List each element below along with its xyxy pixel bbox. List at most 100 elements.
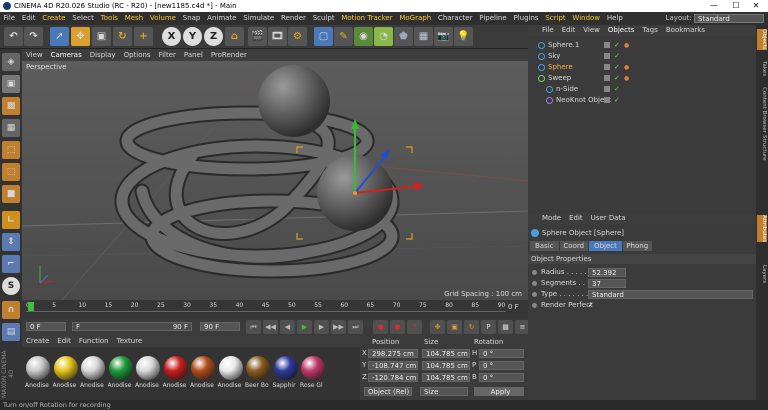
object-row-n-side[interactable]: n-Side ✓ [528, 84, 756, 95]
material-swatch[interactable] [191, 356, 215, 380]
attr-menu-edit[interactable]: Edit [565, 213, 587, 224]
tab-phong[interactable]: Phong [623, 241, 652, 251]
menu-edit[interactable]: Edit [19, 12, 39, 25]
right-tab-content-browser[interactable]: Content Browser [757, 87, 767, 133]
menu-help[interactable]: Help [603, 12, 626, 25]
menu-mesh[interactable]: Mesh [121, 12, 146, 25]
menu-snap[interactable]: Snap [179, 12, 203, 25]
coord-mode-dropdown[interactable]: Object (Rel) [364, 387, 412, 396]
camera-icon[interactable]: 📷 [434, 27, 453, 46]
menu-create[interactable]: Create [39, 12, 69, 25]
polygons-mode-icon[interactable]: ■ [2, 185, 20, 203]
end-frame-field[interactable]: 90 F [200, 322, 240, 331]
viewport-menu-filter[interactable]: Filter [155, 49, 180, 61]
menu-volume[interactable]: Volume [147, 12, 180, 25]
material-swatch[interactable] [108, 356, 133, 380]
material-swatch[interactable] [246, 356, 270, 380]
coord-size-dropdown[interactable]: Size [420, 387, 468, 396]
render-settings-icon[interactable]: ⚙ [288, 27, 307, 46]
menu-motion-tracker[interactable]: Motion Tracker [338, 12, 396, 25]
right-tab-objects[interactable]: Objects [757, 29, 767, 50]
close-button[interactable]: ✕ [746, 0, 766, 12]
visibility-toggle[interactable] [604, 86, 610, 92]
visibility-toggle[interactable] [604, 75, 610, 81]
cube-icon[interactable]: ▢ [314, 27, 333, 46]
locking-icon[interactable]: ▤ [2, 323, 20, 341]
tag-icon[interactable]: ● [624, 73, 629, 84]
right-tab-structure[interactable]: Structure [757, 135, 767, 161]
frame-range-slider[interactable]: F 90 F [72, 322, 192, 331]
solo-icon[interactable]: S [2, 277, 20, 295]
material-swatch[interactable] [301, 356, 325, 380]
tab-basic[interactable]: Basic [530, 241, 559, 251]
menu-render[interactable]: Render [278, 12, 310, 25]
visibility-toggle[interactable] [604, 64, 610, 70]
visibility-toggle[interactable] [604, 97, 610, 103]
play-icon[interactable]: ▶ [297, 320, 312, 334]
object-row-neoknot-object[interactable]: NeoKnot Object ✓ [528, 95, 756, 106]
viewport-menu-view[interactable]: View [22, 49, 47, 61]
enabled-check-icon[interactable]: ✓ [614, 95, 620, 106]
move-key-icon[interactable]: ✥ [430, 320, 445, 334]
property-anim-dot-icon[interactable] [532, 292, 537, 297]
material-swatch[interactable] [81, 356, 105, 380]
rotate-key-icon[interactable]: ↻ [464, 320, 479, 334]
coord-position-field[interactable]: -120.784 cm [368, 373, 418, 382]
property-anim-dot-icon[interactable] [532, 303, 537, 308]
timeline-end-field[interactable]: 0 F [508, 303, 519, 311]
material-menu-texture[interactable]: Texture [113, 336, 147, 347]
add-icon[interactable]: + [134, 27, 153, 46]
workplane-icon[interactable]: ▦ [2, 119, 20, 137]
coord-position-field[interactable]: -108.747 cm [368, 361, 418, 370]
coordinate-system-icon[interactable]: ⌂ [225, 27, 244, 46]
menu-select[interactable]: Select [69, 12, 97, 25]
select-arrow-icon[interactable]: ➚ [50, 27, 69, 46]
visibility-toggle[interactable] [604, 42, 610, 48]
material-swatch[interactable] [218, 356, 243, 380]
enabled-check-icon[interactable]: ✓ [614, 73, 620, 84]
property-value[interactable]: 37 [588, 279, 626, 288]
menu-mograph[interactable]: MoGraph [396, 12, 435, 25]
property-value[interactable]: Standard [588, 290, 753, 299]
object-menu-tags[interactable]: Tags [638, 25, 662, 36]
autokey-icon[interactable]: ● [390, 320, 405, 334]
floor-icon[interactable]: ▦ [414, 27, 433, 46]
maximize-button[interactable]: ☐ [726, 0, 746, 12]
menu-tools[interactable]: Tools [97, 12, 121, 25]
visibility-toggle[interactable] [604, 53, 610, 59]
viewport-menu-cameras[interactable]: Cameras [47, 49, 86, 61]
next-frame-icon[interactable]: ▶ [314, 320, 329, 334]
menu-plugins[interactable]: Plugins [510, 12, 542, 25]
go-end-icon[interactable]: ⏭ [348, 320, 363, 334]
object-menu-file[interactable]: File [538, 25, 558, 36]
tab-coord[interactable]: Coord [559, 241, 588, 251]
record-icon[interactable]: ● [373, 320, 388, 334]
menu-window[interactable]: Window [569, 12, 603, 25]
next-key-icon[interactable]: ▶▶ [331, 320, 346, 334]
apply-button[interactable]: Apply [474, 387, 524, 396]
axis-mode-icon[interactable]: ∟ [2, 211, 20, 229]
object-row-sweep[interactable]: Sweep ✓ ● [528, 73, 756, 84]
points-mode-icon[interactable]: ⬚ [2, 141, 20, 159]
object-menu-objects[interactable]: Objects [604, 25, 638, 36]
texture-mode-icon[interactable]: ▩ [2, 97, 20, 115]
tab-object[interactable]: Object [589, 241, 622, 251]
attr-menu-mode[interactable]: Mode [538, 213, 565, 224]
layout-dropdown[interactable]: Standard [694, 13, 764, 23]
render-picture-icon[interactable]: 🎞 [268, 27, 287, 46]
light-icon[interactable]: 💡 [454, 27, 473, 46]
object-menu-edit[interactable]: Edit [558, 25, 580, 36]
subdivision-icon[interactable]: ◉ [354, 27, 373, 46]
x-axis-toggle[interactable]: X [162, 27, 181, 46]
viewport-menu-display[interactable]: Display [86, 49, 120, 61]
coord-size-field[interactable]: 104.785 cm [422, 349, 470, 358]
prev-frame-icon[interactable]: ◀ [280, 320, 295, 334]
attr-menu-user-data[interactable]: User Data [587, 213, 630, 224]
magnet-icon[interactable]: ∩ [2, 301, 20, 319]
coord-size-field[interactable]: 104.785 cm [422, 361, 470, 370]
start-frame-field[interactable]: 0 F [26, 322, 66, 331]
param-key-icon[interactable]: P [481, 320, 496, 334]
prev-key-icon[interactable]: ◀◀ [263, 320, 278, 334]
coord-rotation-field[interactable]: 0 ° [479, 373, 524, 382]
undo-icon[interactable]: ↶ [4, 27, 23, 46]
